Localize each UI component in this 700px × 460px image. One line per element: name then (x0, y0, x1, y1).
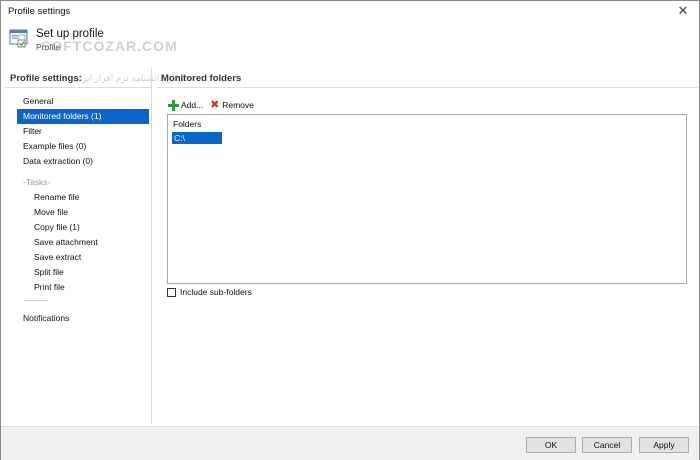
plus-icon (168, 99, 179, 111)
ok-button[interactable]: OK (526, 437, 576, 453)
profile-settings-window: Profile settings ✕ Set up profile Profil… (0, 0, 700, 460)
dialog-header: Set up profile Profile SOFTCOZAR.COM (1, 23, 699, 63)
nav-item-rename-file[interactable]: Rename file (17, 190, 149, 205)
title-bar: Profile settings ✕ (1, 1, 699, 23)
nav-item-data-extraction[interactable]: Data extraction (0) (17, 154, 149, 169)
nav-item-move-file[interactable]: Move file (17, 205, 149, 220)
left-panel-title: Profile settings: (5, 68, 152, 88)
folders-list[interactable]: Folders C:\ (167, 114, 687, 284)
close-icon[interactable]: ✕ (675, 3, 691, 19)
remove-label: Remove (222, 100, 254, 110)
include-subfolders-label: Include sub-folders (180, 287, 252, 297)
profile-app-icon (9, 28, 29, 48)
folders-column-header: Folders (173, 119, 202, 129)
add-folder-button[interactable]: Add... (168, 99, 204, 111)
settings-nav: General Monitored folders (1) Filter Exa… (17, 94, 149, 326)
list-item[interactable]: C:\ (172, 132, 222, 144)
nav-item-save-attachment[interactable]: Save attachment (17, 235, 149, 250)
tasks-heading: -Tasks- (23, 177, 51, 187)
nav-item-example-files[interactable]: Example files (0) (17, 139, 149, 154)
panel-title: Monitored folders (157, 68, 698, 88)
nav-item-save-extract[interactable]: Save extract (17, 250, 149, 265)
nav-divider (17, 300, 149, 311)
apply-button[interactable]: Apply (639, 437, 689, 453)
left-nav-panel: Profile settings: General Monitored fold… (5, 68, 152, 424)
remove-folder-button[interactable]: ✖ Remove (209, 98, 254, 111)
folders-toolbar: Add... ✖ Remove (168, 98, 260, 112)
watermark-text: SOFTCOZAR.COM (41, 38, 178, 54)
nav-item-copy-file[interactable]: Copy file (1) (17, 220, 149, 235)
include-subfolders-checkbox[interactable] (167, 287, 176, 297)
window-title: Profile settings (8, 6, 71, 17)
add-label: Add... (181, 100, 204, 110)
nav-item-general[interactable]: General (17, 94, 149, 109)
remove-x-icon: ✖ (210, 98, 220, 111)
nav-item-split-file[interactable]: Split file (17, 265, 149, 280)
nav-item-print-file[interactable]: Print file (17, 280, 149, 295)
include-subfolders-option[interactable]: Include sub-folders (167, 287, 252, 297)
nav-item-notifications[interactable]: Notifications (17, 311, 149, 326)
nav-item-monitored-folders[interactable]: Monitored folders (1) (17, 109, 149, 124)
nav-item-filter[interactable]: Filter (17, 124, 149, 139)
cancel-button[interactable]: Cancel (582, 437, 632, 453)
dialog-button-bar: OK Cancel Apply (1, 426, 699, 460)
monitored-folders-panel: Monitored folders Add... ✖ Remove Folder… (157, 68, 698, 424)
